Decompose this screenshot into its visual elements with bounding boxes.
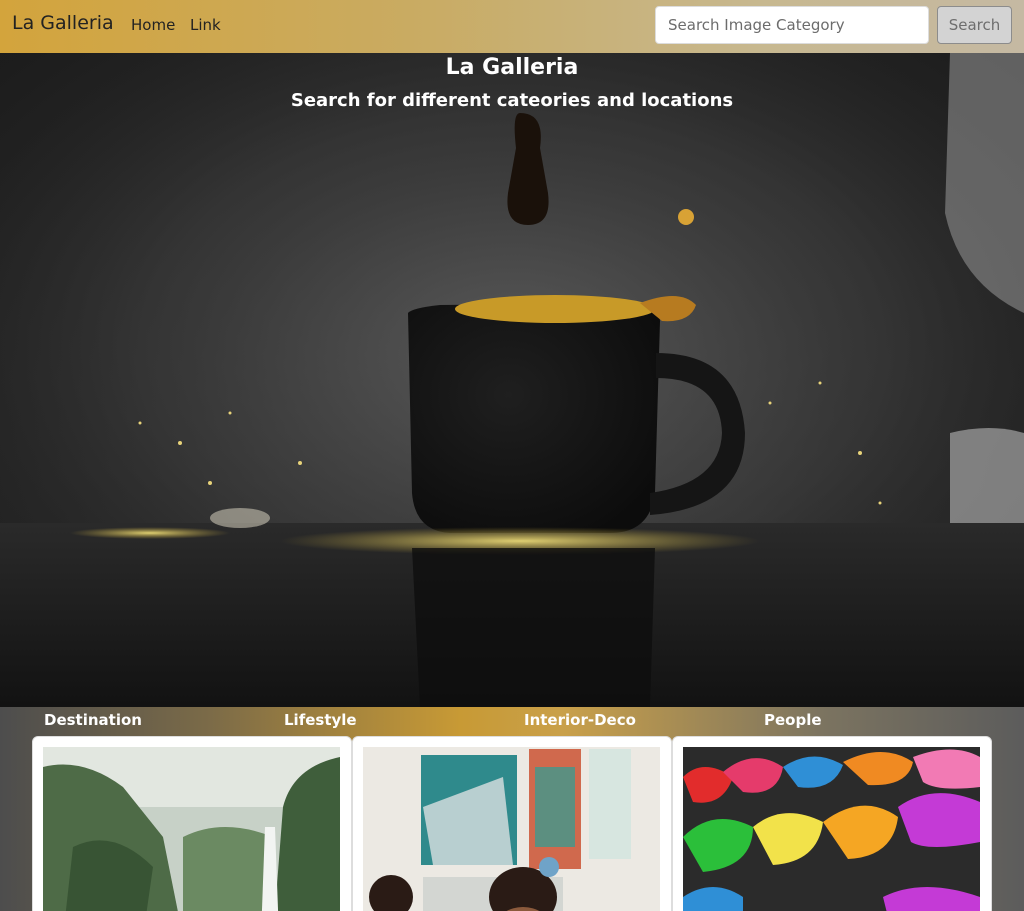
kids-painting-image [363, 747, 660, 911]
search-input[interactable] [655, 6, 929, 44]
hero-subtitle: Search for different cateories and locat… [290, 90, 734, 111]
hero-section: La Galleria Search for different cateori… [0, 53, 1024, 707]
category-card-interior-deco[interactable] [352, 736, 672, 911]
category-section: Destination Lifestyle Interior-Deco Peop… [0, 707, 1024, 911]
hero-coffee-image [0, 53, 1024, 707]
waterfall-image [43, 747, 340, 911]
nav-link-home[interactable]: Home [131, 16, 175, 34]
category-label-lifestyle[interactable]: Lifestyle [284, 711, 357, 729]
navbar: La Galleria Home Link Search [0, 0, 1024, 53]
hero-title: La Galleria [445, 55, 579, 80]
category-label-interior-deco[interactable]: Interior-Deco [524, 711, 636, 729]
search-button[interactable]: Search [937, 6, 1012, 44]
brand-link[interactable]: La Galleria [12, 12, 114, 34]
category-card-people[interactable] [672, 736, 992, 911]
category-label-destination[interactable]: Destination [44, 711, 142, 729]
nav-link-link[interactable]: Link [190, 16, 221, 34]
category-label-people[interactable]: People [764, 711, 822, 729]
category-card-destination[interactable] [32, 736, 352, 911]
felt-letters-image [683, 747, 980, 911]
